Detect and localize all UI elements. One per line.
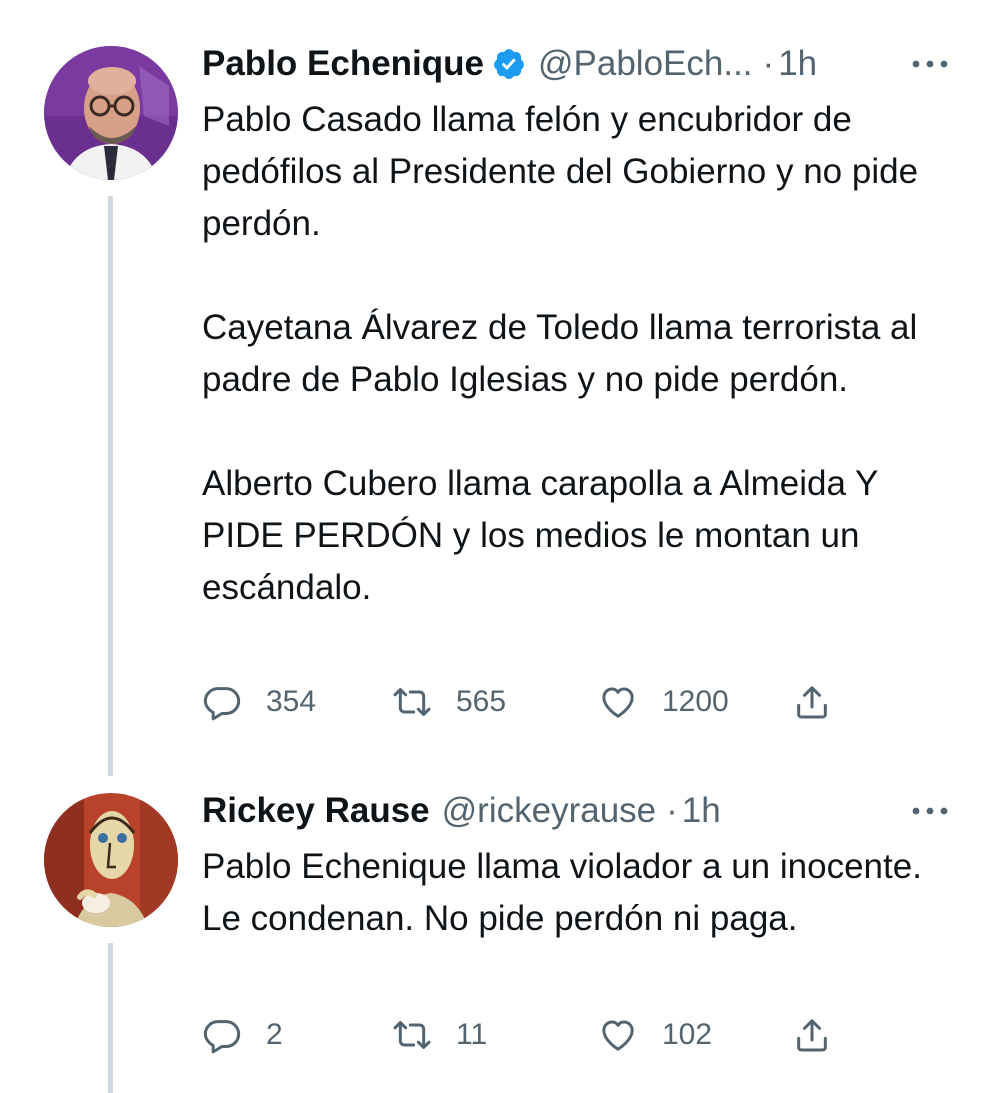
retweet-icon <box>392 682 432 722</box>
share-icon <box>792 1015 832 1055</box>
like-count: 1200 <box>662 685 729 718</box>
author-name[interactable]: Pablo Echenique <box>202 44 484 84</box>
verified-badge-icon <box>492 47 526 81</box>
like-button[interactable]: 1200 <box>598 680 729 724</box>
retweet-icon <box>392 1015 432 1055</box>
tweet-header: Rickey Rause @rickeyrause · 1h <box>202 789 952 833</box>
reply-count: 354 <box>266 685 317 718</box>
avatar[interactable] <box>44 793 178 927</box>
separator-dot: · <box>762 44 775 83</box>
author-name[interactable]: Rickey Rause <box>202 791 430 831</box>
retweet-count: 565 <box>456 685 507 718</box>
tweet-header: Pablo Echenique @PabloEch... · 1h <box>202 42 952 86</box>
thread-line <box>108 196 113 776</box>
author-handle[interactable]: @rickeyrause <box>442 791 656 831</box>
timestamp[interactable]: 1h <box>778 44 817 84</box>
retweet-count: 11 <box>456 1018 488 1051</box>
heart-icon <box>598 682 638 722</box>
share-button[interactable] <box>792 680 832 724</box>
avatar-photo-icon <box>44 46 178 180</box>
tweet[interactable]: Rickey Rause @rickeyrause · 1h Pablo Ech… <box>0 785 1000 1093</box>
tweet-paragraph: Cayetana Álvarez de Toledo llama terrori… <box>202 308 918 399</box>
share-icon <box>792 682 832 722</box>
retweet-button[interactable]: 11 <box>392 1013 487 1057</box>
more-options-icon[interactable] <box>908 791 952 831</box>
heart-icon <box>598 1015 638 1055</box>
reply-icon <box>202 682 242 722</box>
reply-button[interactable]: 2 <box>202 1013 283 1057</box>
like-count: 102 <box>662 1018 713 1051</box>
reply-icon <box>202 1015 242 1055</box>
tweet-paragraph: Pablo Casado llama felón y encubridor de… <box>202 100 919 243</box>
avatar[interactable] <box>44 46 178 180</box>
author-handle[interactable]: @PabloEch... <box>538 44 753 84</box>
avatar-painting-icon <box>44 793 178 927</box>
tweet-paragraph: Pablo Echenique llama violador a un inoc… <box>202 847 922 938</box>
tweet-text: Pablo Casado llama felón y encubridor de… <box>202 94 960 614</box>
thread-line <box>108 943 113 1093</box>
timestamp[interactable]: 1h <box>682 791 721 831</box>
more-options-icon[interactable] <box>908 44 952 84</box>
separator-dot: · <box>666 791 678 830</box>
like-button[interactable]: 102 <box>598 1013 712 1057</box>
reply-button[interactable]: 354 <box>202 680 316 724</box>
reply-count: 2 <box>266 1018 283 1051</box>
action-bar: 354 565 1200 <box>202 680 862 724</box>
retweet-button[interactable]: 565 <box>392 680 506 724</box>
share-button[interactable] <box>792 1013 832 1057</box>
tweet-paragraph: Alberto Cubero llama carapolla a Almeida… <box>202 464 878 607</box>
tweet[interactable]: Pablo Echenique @PabloEch... · 1h Pablo … <box>0 0 1000 785</box>
tweet-text: Pablo Echenique llama violador a un inoc… <box>202 841 960 945</box>
action-bar: 2 11 102 <box>202 1013 862 1057</box>
